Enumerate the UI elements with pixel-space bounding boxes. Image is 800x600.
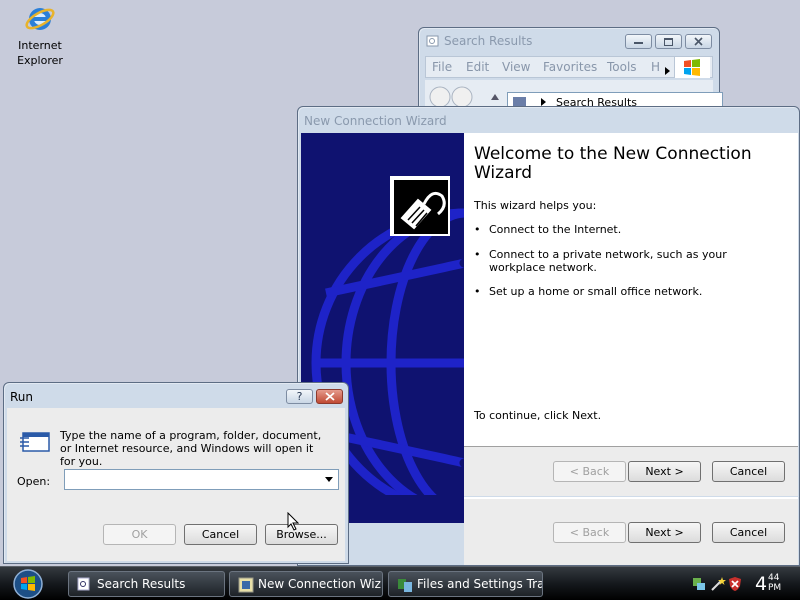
close-button[interactable] <box>685 34 712 49</box>
desktop-icon-internet-explorer[interactable]: Internet Explorer <box>10 2 70 68</box>
folder-search-icon <box>77 577 90 591</box>
new-connection-wizard-window[interactable]: New Connection Wizard Welcome to the New… <box>297 106 800 566</box>
minimize-button[interactable] <box>625 34 652 49</box>
menu-help[interactable]: H <box>651 60 660 74</box>
run-dialog[interactable]: Run ? Type the name of a program, folder… <box>3 382 349 564</box>
run-body: Type the name of a program, folder, docu… <box>7 408 345 561</box>
wizard-continue-text: To continue, click Next. <box>474 409 602 422</box>
close-icon <box>324 392 335 401</box>
help-button[interactable]: ? <box>286 389 313 404</box>
folder-search-icon <box>426 35 439 47</box>
network-cable-icon <box>400 191 446 230</box>
chevron-right-icon[interactable] <box>665 67 671 75</box>
maximize-icon <box>664 37 673 46</box>
menu-file[interactable]: File <box>432 60 452 74</box>
search-results-window[interactable]: Search Results File Edit View Favorites … <box>418 27 723 113</box>
cancel-button[interactable]: Cancel <box>184 524 257 545</box>
taskbar: Search Results New Connection Wiz... Fil… <box>0 566 800 600</box>
menu-tools[interactable]: Tools <box>607 60 637 74</box>
run-titlebar[interactable]: Run ? <box>4 383 348 409</box>
wizard-content: Welcome to the New Connection Wizard Thi… <box>464 133 798 446</box>
clock-ampm[interactable]: PM <box>768 584 781 593</box>
help-label: ? <box>296 390 303 403</box>
bullet-icon: • <box>474 248 481 261</box>
bullet-text: Connect to a private network, such as yo… <box>489 248 727 274</box>
close-button[interactable] <box>316 389 343 404</box>
menu-bar: File Edit View Favorites Tools H <box>425 56 713 78</box>
next-button[interactable]: Next > <box>628 461 701 482</box>
back-button[interactable]: < Back <box>553 461 626 482</box>
wizard-bullet: • Connect to a private network, such as … <box>474 248 774 274</box>
wizard-icon <box>238 577 254 593</box>
bullet-text: Connect to the Internet. <box>489 223 622 236</box>
wizard-title: New Connection Wizard <box>304 114 447 128</box>
taskbar-button-search-results[interactable]: Search Results <box>68 571 225 597</box>
close-icon <box>694 37 703 46</box>
windows-flag-icon <box>684 59 700 76</box>
windows-start-orb-icon <box>13 569 43 599</box>
taskbar-button-label: New Connection Wiz... <box>258 577 383 591</box>
start-button[interactable] <box>8 568 48 600</box>
taskbar-button-files-settings-transfer[interactable]: Files and Settings Tra... <box>388 571 543 597</box>
magic-wand-tray-icon[interactable] <box>710 576 726 592</box>
open-combobox[interactable] <box>64 469 339 490</box>
clock-hour[interactable]: 4 <box>755 573 767 595</box>
clock-minutes[interactable]: 44 <box>768 574 779 583</box>
menu-edit[interactable]: Edit <box>466 60 489 74</box>
wizard-intro: This wizard helps you: <box>474 199 597 212</box>
browse-button[interactable]: Browse... <box>265 524 338 545</box>
menu-favorites[interactable]: Favorites <box>543 60 597 74</box>
transfer-icon <box>398 579 412 592</box>
taskbar-button-label: Search Results <box>97 577 186 591</box>
taskbar-button-label: Files and Settings Tra... <box>417 577 543 591</box>
taskbar-button-new-connection-wizard[interactable]: New Connection Wiz... <box>229 571 383 597</box>
wizard-button-bar-duplicate: < Back Next > Cancel <box>464 497 798 565</box>
wizard-heading: Welcome to the New Connection Wizard <box>474 144 752 183</box>
bullet-icon: • <box>474 223 481 236</box>
bullet-icon: • <box>474 285 481 298</box>
cancel-button[interactable]: Cancel <box>712 461 785 482</box>
maximize-button[interactable] <box>655 34 682 49</box>
desktop-icon-label: Internet Explorer <box>17 39 63 67</box>
wizard-bullet: • Set up a home or small office network. <box>474 285 774 298</box>
chevron-down-icon <box>324 477 333 482</box>
dropdown-button[interactable] <box>320 471 337 488</box>
next-button[interactable]: Next > <box>628 522 701 543</box>
windows-logo <box>674 57 710 78</box>
cancel-button[interactable]: Cancel <box>712 522 785 543</box>
open-label: Open: <box>17 475 51 488</box>
wizard-logo <box>390 176 450 236</box>
network-tray-icon[interactable] <box>692 576 706 592</box>
run-program-icon <box>20 432 50 452</box>
internet-explorer-icon <box>25 8 55 30</box>
ok-button[interactable]: OK <box>103 524 176 545</box>
back-button[interactable]: < Back <box>553 522 626 543</box>
wizard-titlebar[interactable]: New Connection Wizard <box>298 107 799 133</box>
wizard-bullet: • Connect to the Internet. <box>474 223 774 236</box>
back-forward-icon[interactable] <box>429 86 487 108</box>
menu-view[interactable]: View <box>502 60 530 74</box>
mouse-cursor-icon <box>287 512 299 531</box>
search-results-title: Search Results <box>444 34 533 48</box>
open-input[interactable] <box>66 471 316 488</box>
search-results-titlebar[interactable]: Search Results <box>419 28 719 54</box>
minimize-icon <box>634 41 643 44</box>
run-title: Run <box>10 390 34 404</box>
security-shield-tray-icon[interactable] <box>728 576 742 592</box>
bullet-text: Set up a home or small office network. <box>489 285 703 298</box>
wizard-button-bar: < Back Next > Cancel <box>464 446 798 496</box>
chevron-right-icon <box>541 98 546 106</box>
run-description: Type the name of a program, folder, docu… <box>60 429 322 468</box>
up-arrow-icon[interactable] <box>491 94 499 100</box>
